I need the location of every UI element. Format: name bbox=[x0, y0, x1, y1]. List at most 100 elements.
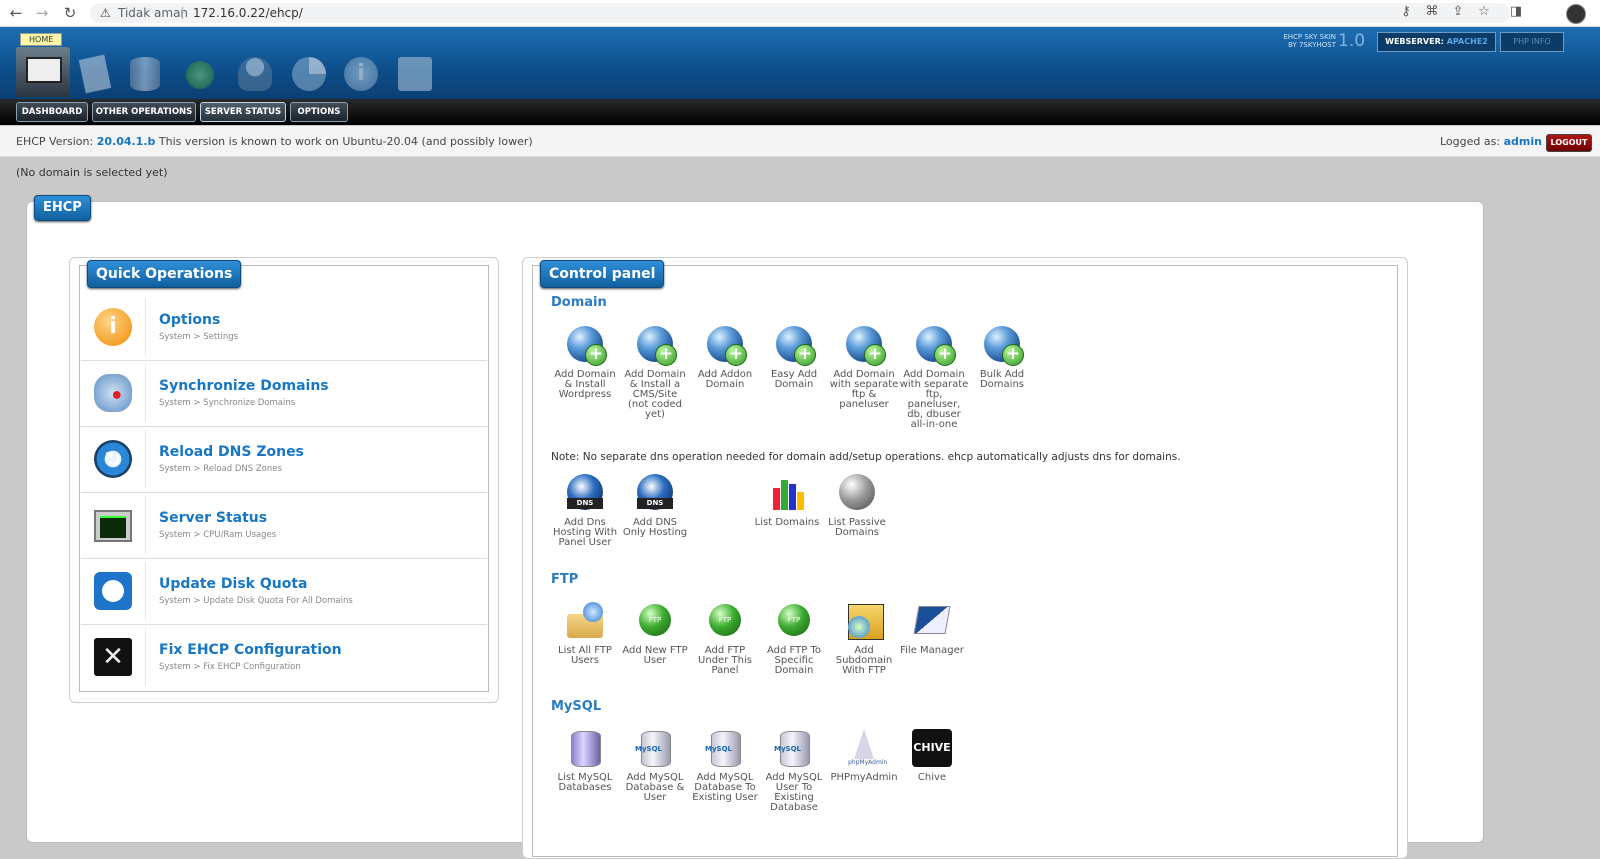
item-label: Bulk Add Domains bbox=[979, 369, 1025, 390]
url-text[interactable]: 172.16.0.22/ehcp/ bbox=[193, 6, 303, 20]
mysql-add-icon: MySQL bbox=[774, 729, 814, 769]
quick-op-title[interactable]: Options bbox=[159, 312, 220, 328]
menu-other-operations[interactable]: OTHER OPERATIONS bbox=[92, 102, 196, 122]
add-domain-wordpress[interactable]: + Add Domain & Install Wordpress bbox=[549, 326, 621, 400]
item-label: Add Domain with separate ftp, paneluser, db,… bbox=[899, 369, 969, 430]
item-label: Add Domain & Install Wordpress bbox=[554, 369, 616, 400]
document-icon[interactable] bbox=[78, 54, 112, 94]
key-icon[interactable]: ⚷ bbox=[1398, 4, 1414, 19]
add-addon-domain[interactable]: + Add Addon Domain bbox=[689, 326, 761, 390]
file-manager[interactable]: File Manager bbox=[896, 602, 968, 656]
skin-version: 1.0 bbox=[1338, 31, 1366, 51]
list-domains[interactable]: List Domains bbox=[751, 474, 823, 528]
item-label: Add FTP Under This Panel bbox=[698, 645, 752, 676]
logout-button[interactable]: LOGOUT bbox=[1546, 134, 1592, 152]
ftp-folder-icon bbox=[565, 602, 605, 642]
version-note: This version is known to work on Ubuntu-… bbox=[158, 135, 533, 148]
webserver-badge: WEBSERVER: APACHE2 bbox=[1377, 32, 1496, 52]
list-passive-domains[interactable]: List Passive Domains bbox=[821, 474, 893, 538]
add-mysql-database-user[interactable]: MySQL Add MySQL Database & User bbox=[619, 729, 691, 803]
back-icon[interactable]: ← bbox=[6, 3, 26, 23]
add-domain-all-in-one[interactable]: + Add Domain with separate ftp, paneluser, d… bbox=[898, 326, 970, 430]
add-mysql-user-existing-database[interactable]: MySQL Add MySQL User To Existing Database bbox=[758, 729, 830, 813]
quick-op-title[interactable]: Synchronize Domains bbox=[159, 378, 329, 394]
add-domain-icon: + bbox=[844, 326, 886, 366]
quick-op-options[interactable]: i Options System > Settings bbox=[81, 294, 487, 361]
php-info-button[interactable]: PHP INFO bbox=[1500, 32, 1564, 52]
pie-chart-icon[interactable] bbox=[292, 57, 326, 91]
bulk-add-domains[interactable]: + Bulk Add Domains bbox=[966, 326, 1038, 390]
item-label: Add Domain & Install a CMS/Site (not coded y… bbox=[624, 369, 686, 420]
disk-shape bbox=[102, 580, 124, 602]
clipboard-icon[interactable] bbox=[398, 57, 432, 91]
add-new-ftp-user[interactable]: FTP Add New FTP User bbox=[619, 602, 691, 666]
quick-op-path: System > Synchronize Domains bbox=[159, 398, 296, 408]
logged-as-label: Logged as: bbox=[1440, 135, 1501, 148]
divider bbox=[145, 628, 146, 686]
add-dns-only-hosting[interactable]: DNS Add DNS Only Hosting bbox=[619, 474, 691, 538]
sidepanel-icon[interactable]: ◨ bbox=[1508, 4, 1524, 19]
add-ftp-under-panel[interactable]: FTP Add FTP Under This Panel bbox=[689, 602, 761, 676]
item-label: List Domains bbox=[754, 517, 820, 528]
phpmyadmin[interactable]: phpMyAdmin PHPmyAdmin bbox=[828, 729, 900, 783]
item-label: Add MySQL User To Existing Database bbox=[765, 772, 823, 813]
quick-op-title[interactable]: Fix EHCP Configuration bbox=[159, 642, 342, 658]
database-icon[interactable] bbox=[130, 57, 160, 91]
grey-globe-icon bbox=[837, 474, 877, 514]
list-all-ftp-users[interactable]: List All FTP Users bbox=[549, 602, 621, 666]
translate-icon[interactable]: ⌘ bbox=[1424, 4, 1440, 19]
ftp-globe-icon[interactable] bbox=[186, 61, 214, 89]
bookmark-star-icon[interactable]: ☆ bbox=[1476, 4, 1492, 19]
info-icon[interactable]: i bbox=[344, 57, 378, 91]
quick-op-title[interactable]: Update Disk Quota bbox=[159, 576, 307, 592]
username[interactable]: admin bbox=[1504, 135, 1542, 148]
item-label: Add MySQL Database To Existing User bbox=[692, 772, 758, 803]
add-mysql-database-existing-user[interactable]: MySQL Add MySQL Database To Existing User bbox=[689, 729, 761, 803]
quick-op-server-status[interactable]: Server Status System > CPU/Ram Usages bbox=[81, 492, 487, 559]
chive-icon: CHIVE bbox=[912, 729, 952, 769]
list-mysql-databases[interactable]: List MySQL Databases bbox=[549, 729, 621, 793]
add-domain-cms[interactable]: + Add Domain & Install a CMS/Site (not code… bbox=[619, 326, 691, 420]
menu-options[interactable]: OPTIONS bbox=[290, 102, 348, 122]
skin-line-2: BY 7SKYHOST bbox=[1288, 41, 1336, 49]
add-domain-separate-ftp[interactable]: + Add Domain with separate ftp & paneluser bbox=[828, 326, 900, 410]
user-icon[interactable] bbox=[238, 57, 272, 91]
share-icon[interactable]: ⇪ bbox=[1450, 4, 1466, 19]
add-ftp-specific-domain[interactable]: FTP Add FTP To Specific Domain bbox=[758, 602, 830, 676]
item-label: Add Dns Hosting With Panel User bbox=[552, 517, 618, 548]
item-label: List All FTP Users bbox=[558, 645, 612, 666]
add-domain-icon: + bbox=[774, 326, 816, 366]
file-manager-icon bbox=[912, 602, 952, 642]
quick-op-title[interactable]: Reload DNS Zones bbox=[159, 444, 304, 460]
home-button[interactable] bbox=[16, 47, 70, 97]
quick-op-reload-dns[interactable]: ↻ Reload DNS Zones System > Reload DNS Z… bbox=[81, 426, 487, 493]
dns-note: Note: No separate dns operation needed f… bbox=[551, 451, 1181, 463]
quick-op-title[interactable]: Server Status bbox=[159, 510, 267, 526]
item-label: Add DNS Only Hosting bbox=[622, 517, 688, 538]
easy-add-domain[interactable]: + Easy Add Domain bbox=[758, 326, 830, 390]
phpmyadmin-icon: phpMyAdmin bbox=[844, 729, 887, 769]
profile-avatar[interactable] bbox=[1566, 4, 1586, 24]
monitor-icon bbox=[26, 57, 62, 83]
quick-op-path: System > CPU/Ram Usages bbox=[159, 530, 277, 540]
quick-op-update-disk-quota[interactable]: Update Disk Quota System > Update Disk Q… bbox=[81, 558, 487, 625]
address-bar[interactable]: ⚠ Tidak aman 172.16.0.22/ehcp/ bbox=[90, 3, 1510, 23]
menu-dashboard[interactable]: DASHBOARD bbox=[16, 102, 88, 122]
menu-server-status[interactable]: SERVER STATUS bbox=[200, 102, 286, 122]
version-number: 20.04.1.b bbox=[96, 135, 156, 148]
quick-op-synchronize-domains[interactable]: Synchronize Domains System > Synchronize… bbox=[81, 360, 487, 427]
add-domain-icon: + bbox=[635, 326, 677, 366]
info-icon: i bbox=[94, 308, 132, 346]
tools-icon: ✕ bbox=[94, 638, 132, 676]
sync-icon bbox=[94, 374, 132, 412]
reload-icon[interactable]: ↻ bbox=[60, 3, 80, 23]
add-subdomain-with-ftp[interactable]: Add Subdomain With FTP bbox=[828, 602, 900, 676]
chart-screen bbox=[100, 516, 126, 538]
forward-icon[interactable]: → bbox=[32, 3, 52, 23]
security-label: Tidak aman bbox=[118, 6, 189, 20]
webserver-value: APACHE2 bbox=[1446, 37, 1488, 46]
add-dns-hosting-panel-user[interactable]: DNS Add Dns Hosting With Panel User bbox=[549, 474, 621, 548]
item-label: List MySQL Databases bbox=[557, 772, 613, 793]
chive[interactable]: CHIVE Chive bbox=[896, 729, 968, 783]
quick-op-fix-configuration[interactable]: ✕ Fix EHCP Configuration System > Fix EH… bbox=[81, 624, 487, 690]
